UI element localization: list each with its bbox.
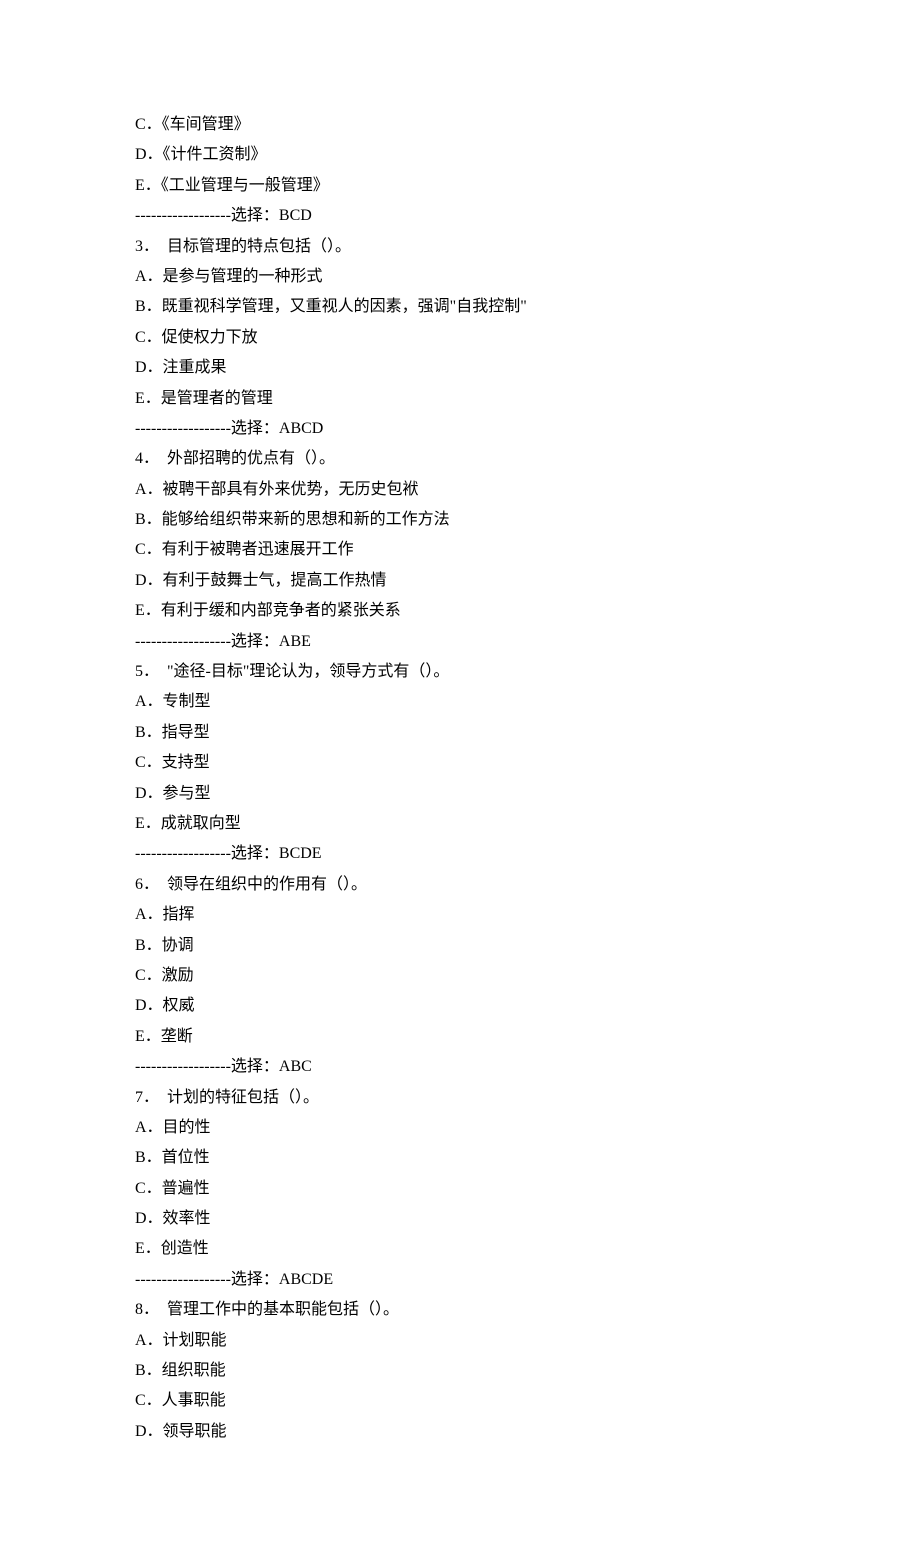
option-b: B．首位性 xyxy=(135,1143,785,1173)
answer-line: ------------------选择：ABC xyxy=(135,1052,785,1082)
option-e: E．《工业管理与一般管理》 xyxy=(135,171,785,201)
option-c: C．《车间管理》 xyxy=(135,110,785,140)
option-d: D．效率性 xyxy=(135,1204,785,1234)
option-d: D．领导职能 xyxy=(135,1417,785,1447)
option-c: C．人事职能 xyxy=(135,1386,785,1416)
option-e: E．创造性 xyxy=(135,1234,785,1264)
option-b: B．既重视科学管理，又重视人的因素，强调"自我控制" xyxy=(135,292,785,322)
document-page: C．《车间管理》 D．《计件工资制》 E．《工业管理与一般管理》 -------… xyxy=(0,0,920,1547)
answer-line: ------------------选择：ABE xyxy=(135,627,785,657)
option-e: E．垄断 xyxy=(135,1022,785,1052)
option-c: C．普遍性 xyxy=(135,1174,785,1204)
question-7: 7． 计划的特征包括（）。 xyxy=(135,1083,785,1113)
option-d: D．《计件工资制》 xyxy=(135,140,785,170)
option-a: A．专制型 xyxy=(135,687,785,717)
option-b: B．组织职能 xyxy=(135,1356,785,1386)
question-4: 4． 外部招聘的优点有（）。 xyxy=(135,444,785,474)
option-a: A．是参与管理的一种形式 xyxy=(135,262,785,292)
answer-line: ------------------选择：BCD xyxy=(135,201,785,231)
option-e: E．有利于缓和内部竞争者的紧张关系 xyxy=(135,596,785,626)
option-c: C．支持型 xyxy=(135,748,785,778)
question-8: 8． 管理工作中的基本职能包括（）。 xyxy=(135,1295,785,1325)
answer-line: ------------------选择：ABCD xyxy=(135,414,785,444)
option-d: D．注重成果 xyxy=(135,353,785,383)
option-d: D．有利于鼓舞士气，提高工作热情 xyxy=(135,566,785,596)
option-c: C．激励 xyxy=(135,961,785,991)
option-a: A．被聘干部具有外来优势，无历史包袱 xyxy=(135,475,785,505)
question-3: 3． 目标管理的特点包括（）。 xyxy=(135,232,785,262)
option-c: C．促使权力下放 xyxy=(135,323,785,353)
answer-line: ------------------选择：ABCDE xyxy=(135,1265,785,1295)
answer-line: ------------------选择：BCDE xyxy=(135,839,785,869)
option-d: D．权威 xyxy=(135,991,785,1021)
option-b: B．指导型 xyxy=(135,718,785,748)
option-c: C．有利于被聘者迅速展开工作 xyxy=(135,535,785,565)
option-d: D．参与型 xyxy=(135,779,785,809)
option-a: A．指挥 xyxy=(135,900,785,930)
option-a: A．目的性 xyxy=(135,1113,785,1143)
question-5: 5． "途径-目标"理论认为，领导方式有（）。 xyxy=(135,657,785,687)
option-b: B．协调 xyxy=(135,931,785,961)
option-e: E．是管理者的管理 xyxy=(135,384,785,414)
option-a: A．计划职能 xyxy=(135,1326,785,1356)
question-6: 6． 领导在组织中的作用有（）。 xyxy=(135,870,785,900)
option-e: E．成就取向型 xyxy=(135,809,785,839)
option-b: B．能够给组织带来新的思想和新的工作方法 xyxy=(135,505,785,535)
